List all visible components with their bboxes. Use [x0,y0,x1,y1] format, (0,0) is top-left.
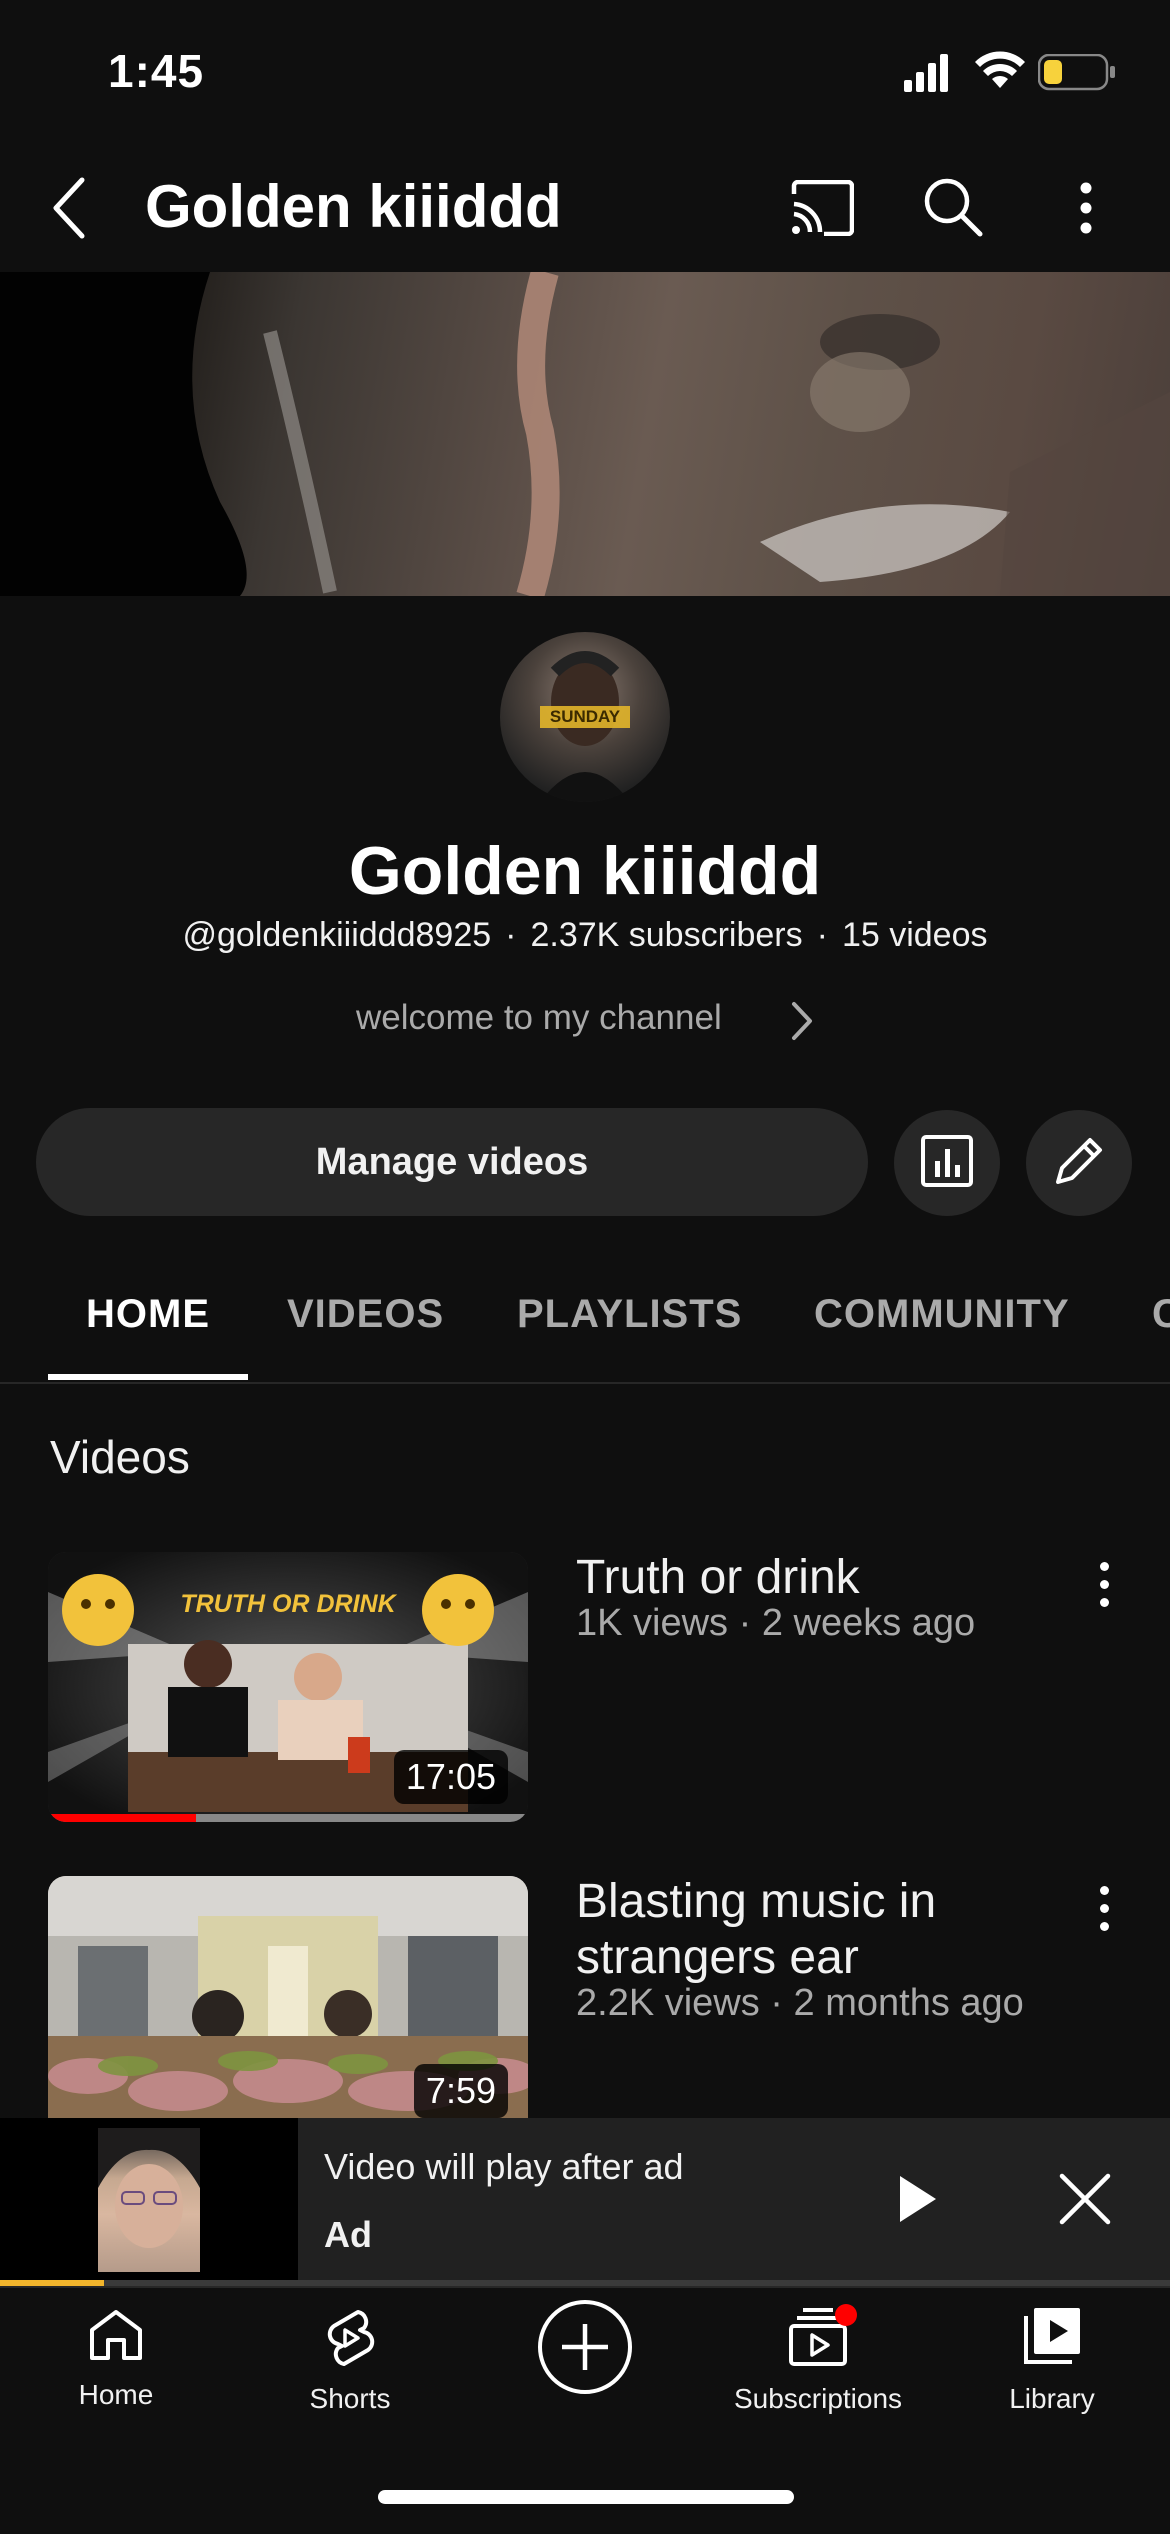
watch-progress-bar [48,1814,196,1822]
search-icon[interactable] [922,176,984,243]
nav-library[interactable]: Library [952,2300,1152,2415]
channel-handle: @goldenkiiiddd8925 [182,916,492,954]
library-icon [1022,2306,1082,2371]
home-indicator [378,2490,794,2504]
channel-description[interactable]: welcome to my channel [356,998,722,1038]
chevron-right-icon[interactable] [788,998,816,1049]
tab-channels[interactable]: C [1152,1292,1170,1337]
channel-tabs: HOME VIDEOS PLAYLISTS COMMUNITY C [0,1262,1170,1384]
channel-banner [0,272,1170,596]
cast-icon[interactable] [790,179,855,241]
video-meta: 2.2K views · 2 months ago [576,1982,1024,2024]
more-vert-icon[interactable] [1100,1886,1109,1931]
channel-meta: @goldenkiiiddd8925 · 2.37K subscribers · 15 … [0,916,1170,955]
signal-icon [904,52,950,97]
tab-community[interactable]: COMMUNITY [814,1292,1070,1337]
home-icon [88,2308,144,2367]
video-title[interactable]: Blasting music in strangers ear [576,1874,1046,1986]
avatar-text: SUNDAY [549,707,621,726]
shorts-icon [322,2306,378,2371]
subscriber-count: 2.37K subscribers [530,916,803,954]
wifi-icon [974,50,1026,95]
manage-videos-button[interactable]: Manage videos [36,1108,868,1216]
mini-player-title: Video will play after ad [324,2146,684,2187]
edit-button[interactable] [1026,1110,1132,1216]
meta-separator: · [816,916,828,954]
tab-playlists[interactable]: PLAYLISTS [517,1292,742,1337]
notification-dot [835,2304,857,2326]
analytics-button[interactable] [894,1110,1000,1216]
nav-home[interactable]: Home [16,2300,216,2411]
battery-icon [1037,53,1116,97]
create-plus-icon [536,2298,634,2401]
nav-label: Home [78,2379,154,2410]
subscriptions-icon [783,2304,857,2371]
more-vert-icon[interactable] [1076,182,1096,239]
video-duration: 17:05 [393,1750,508,1804]
channel-avatar[interactable]: SUNDAY [500,632,670,802]
mini-player-ad-image [98,2128,200,2272]
video-meta: 1K views · 2 weeks ago [576,1602,976,1644]
status-time: 1:45 [108,45,205,97]
meta-separator: · [505,916,517,954]
video-duration: 7:59 [413,2064,508,2118]
more-vert-icon[interactable] [1100,1562,1109,1607]
close-icon[interactable] [1058,2172,1112,2231]
active-tab-indicator [48,1374,248,1380]
video-thumbnail[interactable]: 7:59 [48,1876,528,2118]
video-thumbnail[interactable]: TRUTH OR DRINK 17:05 [48,1552,528,1822]
video-count: 15 videos [841,916,988,954]
section-title: Videos [50,1431,190,1483]
ad-label: Ad [324,2214,372,2255]
tab-home[interactable]: HOME [86,1292,210,1337]
analytics-icon [921,1134,973,1192]
nav-label: Library [1009,2383,1095,2414]
nav-label: Subscriptions [733,2383,903,2414]
page-title: Golden kiiiddd [145,173,562,240]
play-icon[interactable] [896,2174,938,2229]
nav-label: Shorts [309,2383,391,2414]
nav-subscriptions[interactable]: Subscriptions [718,2300,918,2415]
edit-pencil-icon [1050,1132,1108,1195]
nav-create[interactable] [485,2298,685,2401]
tab-videos[interactable]: VIDEOS [287,1292,444,1337]
video-title[interactable]: Truth or drink [576,1550,1076,1606]
thumbnail-text: TRUTH OR DRINK [180,1590,396,1618]
nav-shorts[interactable]: Shorts [250,2300,450,2415]
channel-name: Golden kiiiddd [348,833,822,909]
back-chevron-icon[interactable] [50,176,90,245]
